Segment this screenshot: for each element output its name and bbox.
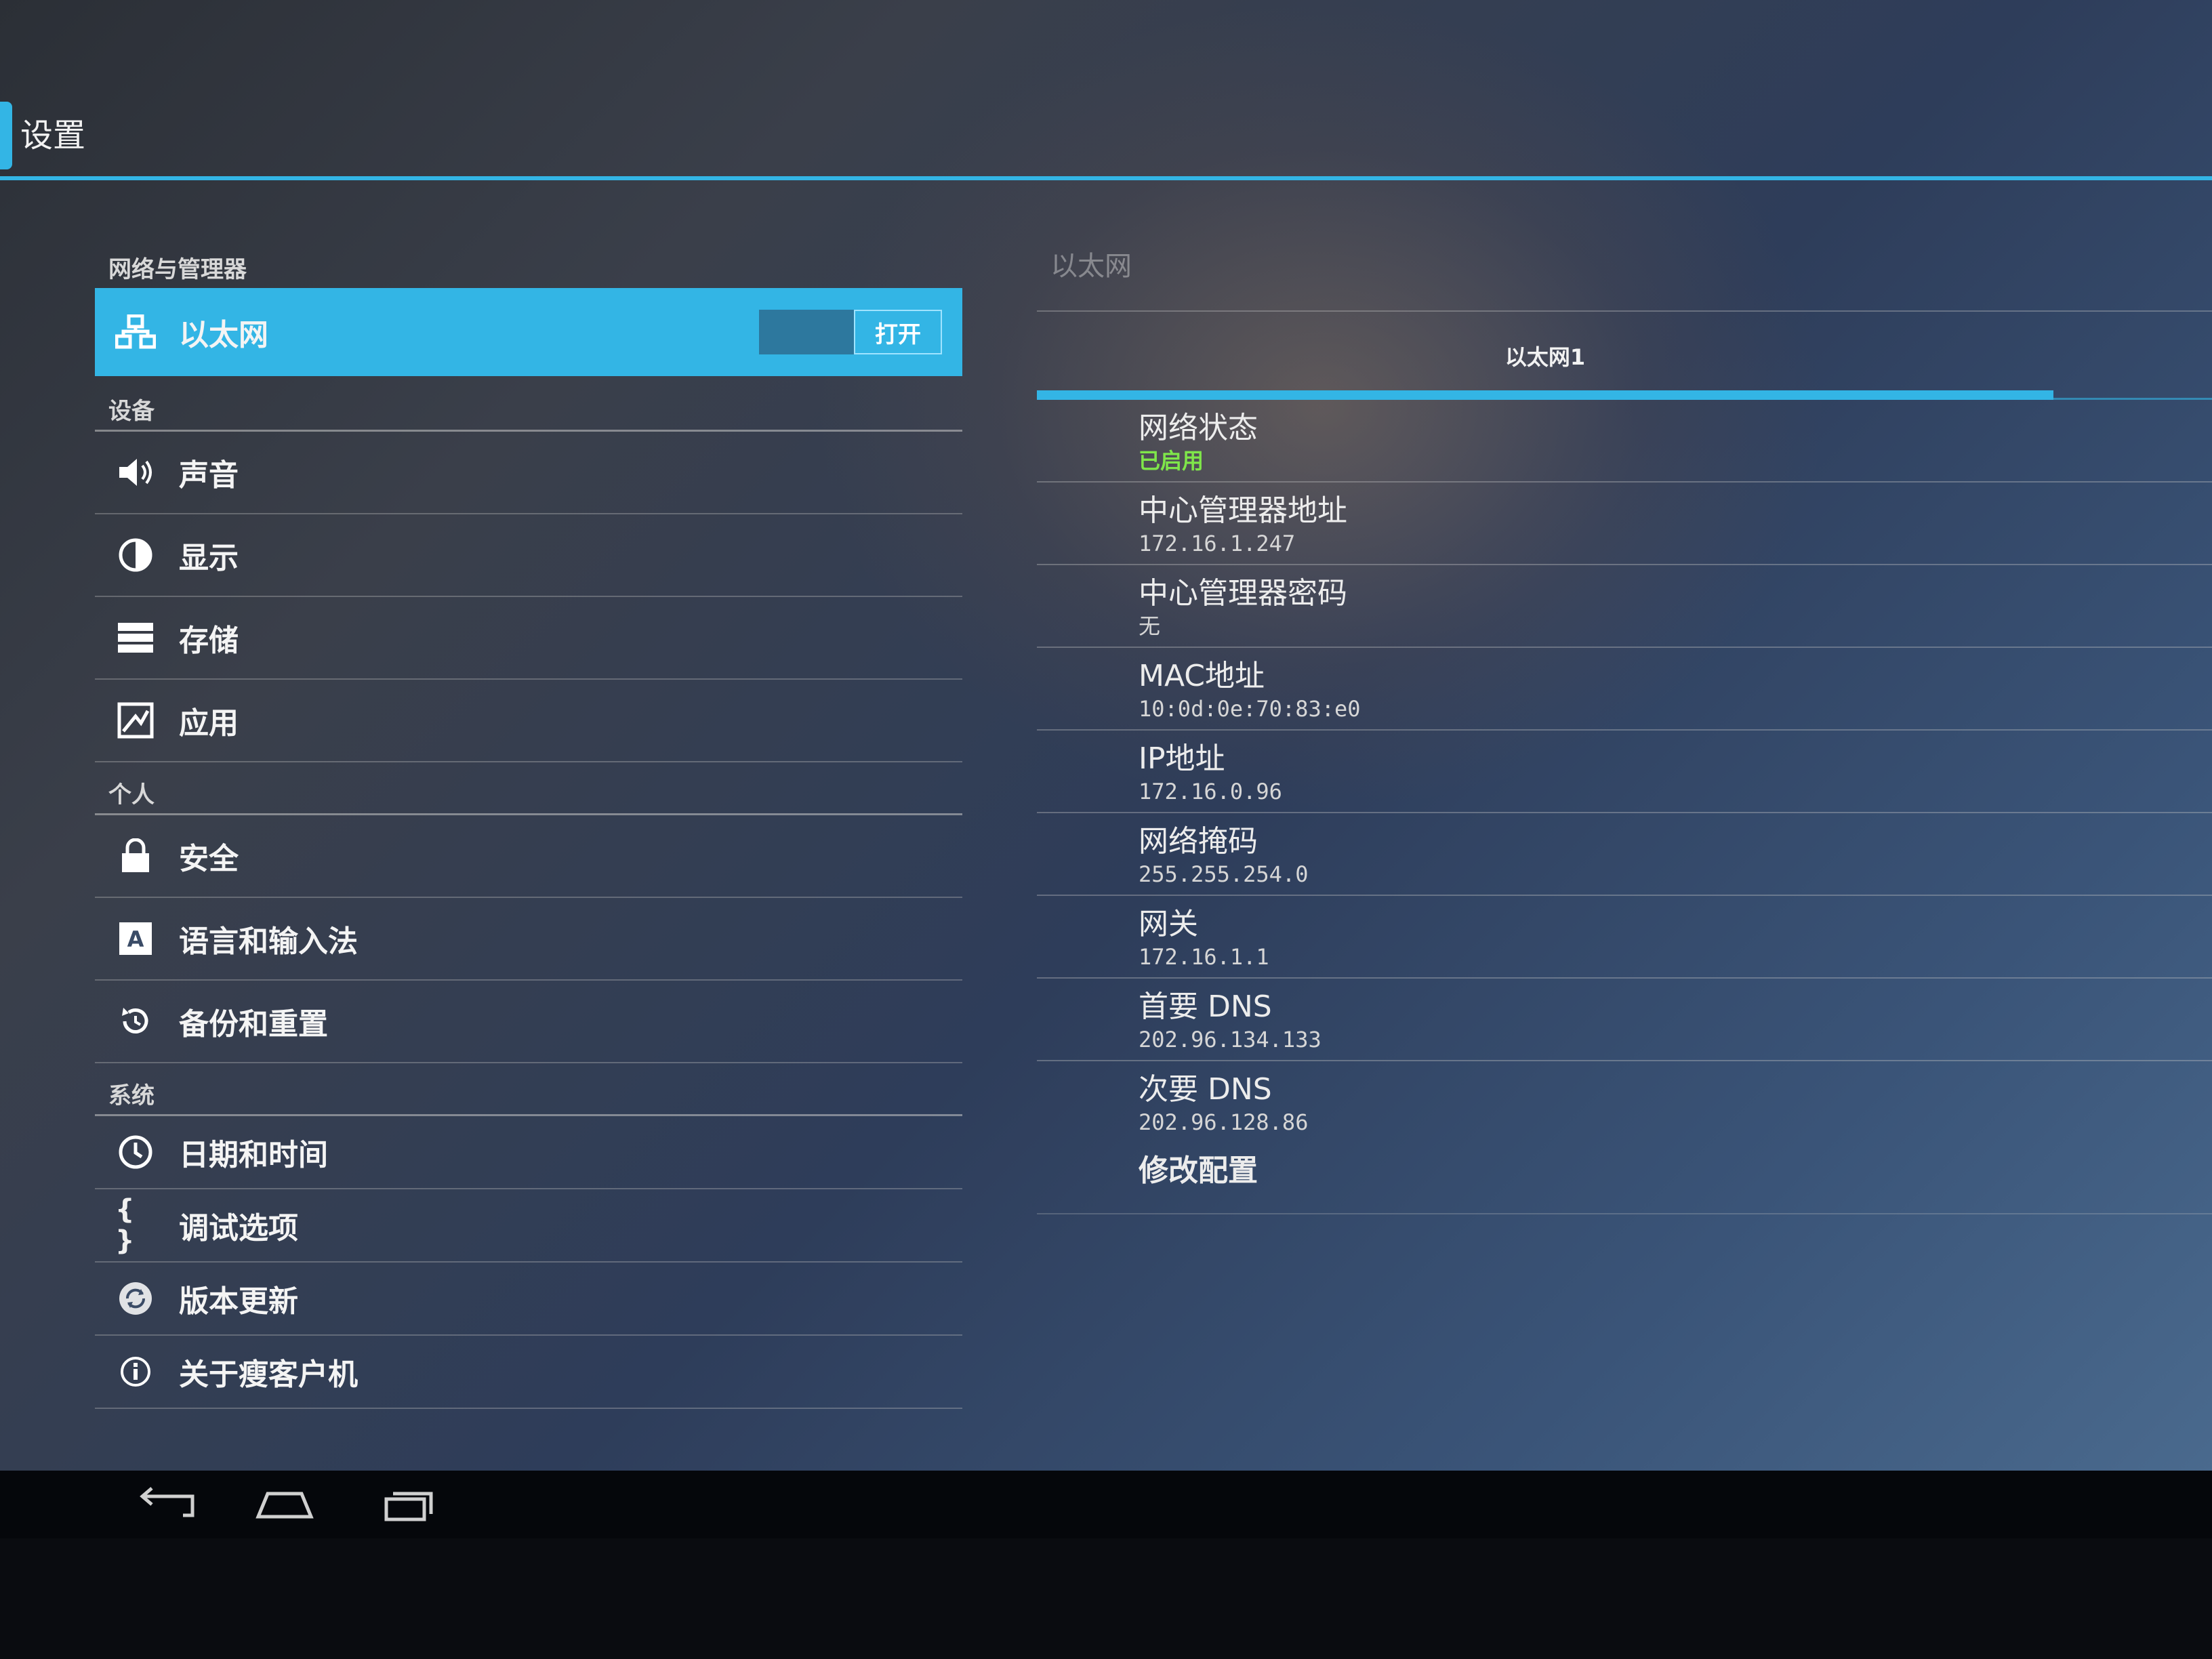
sidebar-item-datetime[interactable]: 日期和时间 bbox=[95, 1116, 962, 1189]
pref-title: 中心管理器地址 bbox=[1139, 493, 1347, 528]
sidebar-item-label: 版本更新 bbox=[179, 1284, 298, 1319]
sidebar-item-label: 备份和重置 bbox=[179, 1007, 328, 1042]
back-icon[interactable] bbox=[136, 1484, 197, 1535]
sidebar-item-label: 日期和时间 bbox=[179, 1138, 328, 1172]
braces-icon: { } bbox=[115, 1194, 135, 1256]
tab-bar: 以太网1 bbox=[1037, 312, 2212, 400]
sidebar-item-label: 存储 bbox=[179, 623, 239, 658]
backup-icon bbox=[115, 1001, 156, 1042]
sidebar-item-label: 语言和输入法 bbox=[179, 924, 358, 959]
breadcrumb: 以太网 bbox=[1037, 230, 2212, 312]
pref-manager-password[interactable]: 中心管理器密码 无 bbox=[1037, 565, 2212, 648]
pref-summary: 无 bbox=[1139, 613, 1161, 639]
tab-indicator bbox=[1037, 390, 2053, 400]
update-icon bbox=[115, 1278, 156, 1319]
pref-netmask[interactable]: 网络掩码 255.255.254.0 bbox=[1037, 813, 2212, 896]
screen: 设置 网络与管理器 以太网 打开 设备 声音 显示 存储 应用 个人 安全 A … bbox=[0, 0, 2212, 1484]
sidebar-item-sound[interactable]: 声音 bbox=[95, 432, 962, 514]
sidebar-item-label: 声音 bbox=[179, 458, 239, 493]
pref-summary: 172.16.1.1 bbox=[1139, 944, 1269, 970]
home-icon[interactable] bbox=[254, 1484, 315, 1535]
settings-sidebar: 网络与管理器 以太网 打开 设备 声音 显示 存储 应用 个人 安全 A 语言和… bbox=[95, 244, 962, 1409]
pref-summary: 已启用 bbox=[1139, 448, 1204, 474]
pref-title: 次要 DNS bbox=[1139, 1072, 1272, 1107]
pref-title: 网络状态 bbox=[1139, 411, 1258, 445]
ethernet-icon bbox=[115, 312, 156, 352]
app-icon[interactable] bbox=[0, 102, 12, 169]
pref-title: 首要 DNS bbox=[1139, 989, 1272, 1024]
sidebar-item-debug[interactable]: { } 调试选项 bbox=[95, 1189, 962, 1263]
pref-network-status[interactable]: 网络状态 已启用 bbox=[1037, 400, 2212, 483]
tab-ethernet1[interactable]: 以太网1 bbox=[1037, 312, 2053, 400]
sidebar-item-label: 调试选项 bbox=[179, 1211, 298, 1246]
pref-summary: 202.96.128.86 bbox=[1139, 1109, 1309, 1135]
sidebar-item-label: 安全 bbox=[179, 842, 239, 876]
ethernet-detail-pane: 以太网 以太网1 网络状态 已启用 中心管理器地址 172.16.1.247 中… bbox=[1037, 230, 2212, 1214]
pref-summary: 172.16.0.96 bbox=[1139, 779, 1282, 804]
recents-icon[interactable] bbox=[380, 1484, 441, 1535]
pref-title: 中心管理器密码 bbox=[1139, 576, 1347, 611]
monitor-bezel bbox=[0, 1538, 2212, 1659]
info-icon bbox=[115, 1351, 156, 1392]
ethernet-toggle[interactable]: 打开 bbox=[759, 310, 942, 354]
brightness-icon bbox=[115, 535, 156, 575]
section-header-network: 网络与管理器 bbox=[108, 256, 247, 283]
sidebar-item-update[interactable]: 版本更新 bbox=[95, 1263, 962, 1336]
system-nav-bar bbox=[0, 1471, 2212, 1538]
pref-title: 网络掩码 bbox=[1139, 824, 1258, 859]
apps-icon bbox=[115, 700, 156, 741]
modify-config-button[interactable]: 修改配置 bbox=[1037, 1143, 2212, 1214]
sidebar-item-display[interactable]: 显示 bbox=[95, 514, 962, 597]
sidebar-item-label: 显示 bbox=[179, 541, 239, 575]
svg-text:A: A bbox=[127, 926, 144, 952]
pref-title: IP地址 bbox=[1139, 741, 1225, 776]
sidebar-item-security[interactable]: 安全 bbox=[95, 815, 962, 898]
sidebar-item-about[interactable]: 关于瘦客户机 bbox=[95, 1336, 962, 1409]
sidebar-item-backup[interactable]: 备份和重置 bbox=[95, 981, 962, 1063]
lock-icon bbox=[115, 836, 156, 876]
sidebar-item-ethernet[interactable]: 以太网 打开 bbox=[95, 288, 962, 376]
pref-title: 网关 bbox=[1139, 907, 1198, 941]
toggle-on-label: 打开 bbox=[854, 310, 942, 354]
pref-summary: 202.96.134.133 bbox=[1139, 1027, 1322, 1052]
action-bar: 设置 bbox=[0, 0, 2212, 180]
sidebar-item-storage[interactable]: 存储 bbox=[95, 597, 962, 680]
app-title: 设置 bbox=[20, 117, 86, 155]
pref-summary: 255.255.254.0 bbox=[1139, 861, 1309, 887]
section-header-system: 系统 bbox=[95, 1070, 962, 1116]
sidebar-item-language[interactable]: A 语言和输入法 bbox=[95, 898, 962, 981]
section-header-personal: 个人 bbox=[95, 769, 962, 815]
pref-manager-address[interactable]: 中心管理器地址 172.16.1.247 bbox=[1037, 483, 2212, 565]
pref-title: MAC地址 bbox=[1139, 659, 1265, 693]
pref-mac-address[interactable]: MAC地址 10:0d:0e:70:83:e0 bbox=[1037, 648, 2212, 731]
pref-primary-dns[interactable]: 首要 DNS 202.96.134.133 bbox=[1037, 979, 2212, 1061]
sidebar-item-label: 以太网 bbox=[179, 318, 268, 352]
keyboard-icon: A bbox=[115, 918, 156, 959]
pref-gateway[interactable]: 网关 172.16.1.1 bbox=[1037, 896, 2212, 979]
pref-summary: 10:0d:0e:70:83:e0 bbox=[1139, 696, 1361, 722]
sidebar-item-label: 应用 bbox=[179, 706, 239, 741]
modify-config-label: 修改配置 bbox=[1139, 1153, 1258, 1188]
pref-ip-address[interactable]: IP地址 172.16.0.96 bbox=[1037, 731, 2212, 813]
volume-icon bbox=[115, 452, 156, 493]
section-header-device: 设备 bbox=[95, 386, 962, 432]
pref-summary: 172.16.1.247 bbox=[1139, 531, 1296, 556]
sidebar-item-label: 关于瘦客户机 bbox=[179, 1357, 358, 1392]
pref-secondary-dns[interactable]: 次要 DNS 202.96.128.86 bbox=[1037, 1061, 2212, 1143]
storage-icon bbox=[115, 617, 156, 658]
sidebar-item-apps[interactable]: 应用 bbox=[95, 680, 962, 762]
clock-icon bbox=[115, 1132, 156, 1172]
